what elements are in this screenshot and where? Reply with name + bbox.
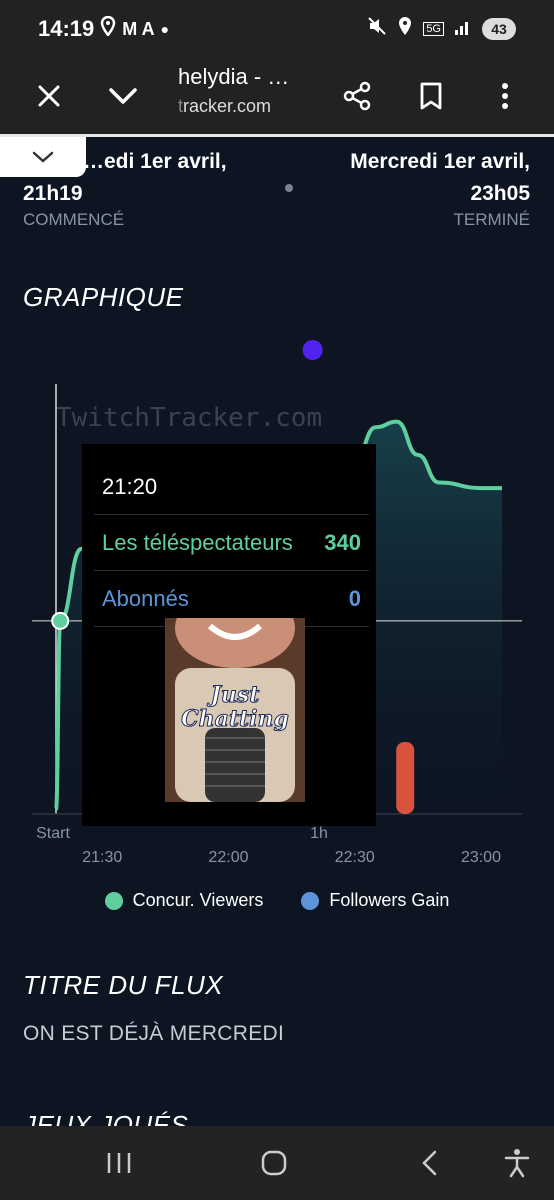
- battery-icon: 43: [482, 18, 516, 40]
- system-nav-bar: [0, 1126, 554, 1200]
- recent-apps-button[interactable]: [94, 1138, 144, 1188]
- tooltip-viewers-row: Les téléspectateurs 340: [94, 514, 369, 570]
- close-tab-button[interactable]: [24, 71, 74, 121]
- network-5g-icon: 5G: [423, 22, 444, 36]
- recent-apps-icon: [107, 1153, 131, 1173]
- chevron-down-icon: [109, 88, 137, 104]
- x-tick-label: 23:00: [461, 849, 501, 866]
- bookmark-icon: [420, 82, 442, 110]
- game-thumbnail: Just Chatting: [165, 618, 305, 802]
- viewers-chart[interactable]: TwitchTracker.com 21:30 22:00 22:30 23:00 Sta…: [0, 334, 554, 934]
- accessibility-icon: [504, 1149, 530, 1178]
- start-time: 21h19: [23, 182, 83, 205]
- dot-icon: ●: [160, 21, 170, 37]
- x-tick-label: 22:30: [335, 849, 375, 866]
- end-time: 23h05: [470, 182, 530, 205]
- legend-dot-followers: [301, 891, 320, 910]
- legend-item-followers[interactable]: Followers Gain: [301, 890, 449, 911]
- status-bar: 14:19 M A ● 5G 43: [0, 0, 554, 58]
- chevron-down-icon: [32, 151, 54, 163]
- page-content: …edi 1er avril, 21h19 COMMENCÉ Mercredi …: [0, 134, 554, 1126]
- location-icon: [100, 15, 116, 42]
- start-label: COMMENCÉ: [23, 210, 125, 229]
- legend-dot-viewers: [104, 891, 123, 910]
- collapse-button[interactable]: [0, 137, 86, 177]
- bookmark-button[interactable]: [406, 71, 456, 121]
- more-vertical-icon: [502, 83, 508, 109]
- legend-label-viewers: Concur. Viewers: [132, 890, 264, 910]
- browser-toolbar: helydia - … tracker.com: [0, 58, 554, 134]
- status-left: 14:19 M A ●: [38, 15, 170, 42]
- section-graph-title: GRAPHIQUE: [23, 282, 184, 312]
- chart-tooltip: 21:20 Les téléspectateurs 340 Abonnés 0 …: [82, 444, 376, 826]
- share-button[interactable]: [332, 71, 382, 121]
- page-title: helydia - …: [178, 64, 290, 89]
- page-url[interactable]: tracker.com: [178, 96, 271, 117]
- chart-legend: Concur. Viewers Followers Gain: [0, 890, 554, 911]
- x-tick-label: 21:30: [82, 849, 122, 866]
- end-label: TERMINÉ: [453, 210, 531, 229]
- x-time-label: 1h: [310, 825, 328, 842]
- close-icon: [38, 85, 60, 107]
- section-stream-title: TITRE DU FLUX: [23, 970, 224, 1000]
- location-icon-right: [397, 16, 413, 42]
- legend-item-viewers[interactable]: Concur. Viewers: [104, 890, 264, 911]
- separator-dot: [285, 184, 293, 192]
- tooltip-viewers-value: 340: [324, 529, 361, 555]
- mute-icon: [367, 16, 387, 42]
- stream-title-text: ON EST DÉJÀ MERCREDI: [23, 1022, 285, 1045]
- end-datetime: Mercredi 1er avril, 23h05: [350, 146, 530, 210]
- section-games-title: JEUX JOUÉS: [23, 1110, 189, 1126]
- chart-watermark: TwitchTracker.com: [56, 403, 322, 433]
- x-tick-label: 22:00: [208, 849, 248, 866]
- status-right: 5G 43: [367, 16, 516, 42]
- thumbnail-text-1: Just: [207, 682, 260, 708]
- share-icon: [343, 81, 371, 111]
- marker-point: [302, 340, 323, 360]
- tooltip-time: 21:20: [102, 474, 158, 499]
- back-button[interactable]: [405, 1138, 455, 1188]
- url-text: racker.com: [183, 96, 272, 116]
- status-indicators: M A: [122, 18, 155, 39]
- hover-point: [51, 611, 70, 630]
- thumbnail-text-2: Chatting: [181, 706, 289, 732]
- highlight-bar: [396, 742, 415, 814]
- status-time: 14:19: [38, 16, 95, 41]
- more-options-button[interactable]: [480, 71, 530, 121]
- signal-icon: [454, 16, 472, 42]
- tooltip-viewers-label: Les téléspectateurs: [102, 529, 293, 555]
- accessibility-button[interactable]: [492, 1138, 542, 1188]
- tooltip-followers-label: Abonnés: [102, 585, 189, 611]
- back-icon: [422, 1150, 437, 1176]
- x-time-label: Start: [36, 825, 70, 842]
- minimize-button[interactable]: [98, 71, 148, 121]
- home-icon: [261, 1150, 287, 1176]
- end-date: Mercredi 1er avril,: [350, 150, 530, 173]
- tooltip-followers-value: 0: [348, 585, 361, 611]
- home-button[interactable]: [249, 1138, 299, 1188]
- legend-label-followers: Followers Gain: [329, 890, 450, 910]
